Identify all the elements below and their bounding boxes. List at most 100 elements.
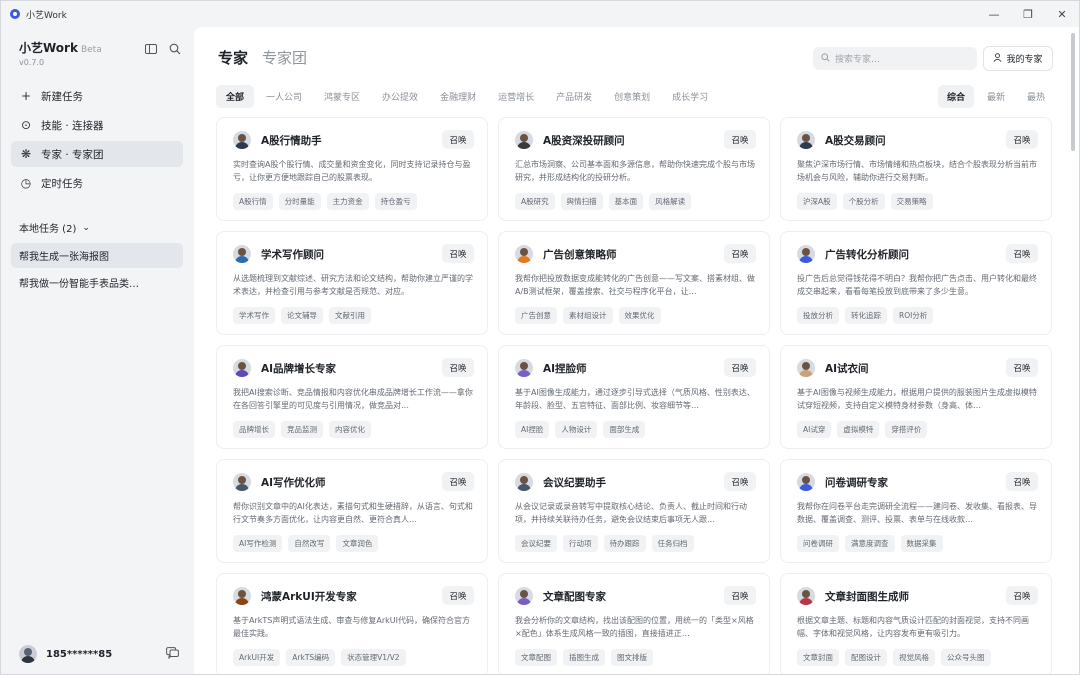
summon-button[interactable]: 召唤 [724,586,756,605]
sort-tabs: 综合 最新 最热 [934,85,1054,108]
user-bar: 185******85 [19,645,179,663]
sidebar-toggle-icon[interactable] [145,43,157,55]
tag: 交易策略 [890,193,933,210]
expert-card[interactable]: 会议纪要助手 召唤从会议记录或录音转写中提取核心结论、负责人、截止时间和行动项，并… [498,459,770,563]
tag-list: 广告创意 素材组设计 效果优化 [515,307,667,324]
tag-list: 沪深A股 个股分析 交易策略 [797,193,939,210]
local-tasks-header[interactable]: 本地任务 (2) ⌄ [19,220,90,236]
sort-tab[interactable]: 最新 [978,85,1014,108]
tag: 会议纪要 [515,535,557,552]
summon-button[interactable]: 召唤 [724,358,756,377]
expert-card[interactable]: 文章封面图生成师 召唤 根据文章主题、标题和内容气质设计匹配的封面视觉，支持不同画幅… [780,573,1052,674]
sidebar-item-label: 专家 · 专家团 [41,148,104,161]
expert-card[interactable]: A股资深投研顾问 召唤 汇总市场洞察、公司基本面和多源信息，帮助你快速完成个股与市场… [498,117,770,221]
sidebar-item-3[interactable]: ◷ 定时任务 [11,170,183,196]
tag: 投放分析 [797,307,839,324]
expert-card[interactable]: 学术写作顾问 召唤 从选题梳理到文献综述、研究方法和论文结构，帮助你建立严谨的学术表… [216,231,488,335]
expert-title: 会议纪要助手 [543,477,606,489]
expert-card[interactable]: AI写作优化师 召唤 帮你识别文章中的AI化表达，素描句式和生硬措辞，从语言、句式和… [216,459,488,563]
my-experts-button[interactable]: 我的专家 [983,46,1053,71]
tag-list: 品牌增长 竞品监测 内容优化 [233,421,377,438]
expert-description: 从会议记录或录音转写中提取核心结论、负责人、截止时间和行动项，并持续关联待办任务… [515,502,747,524]
expert-avatar [797,245,815,263]
tag-list: AI写作检测 自然改写 文章润色 [233,535,384,552]
summon-button[interactable]: 召唤 [724,130,756,149]
category-tab[interactable]: 全部 [216,85,255,108]
category-tab[interactable]: 鸿蒙专区 [314,85,370,108]
search-input[interactable]: 搜索专家… [813,47,977,70]
summon-button[interactable]: 召唤 [442,472,474,491]
search-icon[interactable] [169,43,181,55]
expert-card[interactable]: 广告转化分析顾问 召唤 投广告后总觉得钱花得不明白？我帮你把广告点击、用户转化和最终… [780,231,1052,335]
avatar[interactable] [19,645,37,663]
summon-button[interactable]: 召唤 [442,358,474,377]
expert-card[interactable]: 文章配图专家 召唤 我会分析你的文章结构，找出该配图的位置，用统一的「类型×风格×配… [498,573,770,674]
sort-tab[interactable]: 最热 [1018,85,1054,108]
sidebar-item-label: 新建任务 [41,90,83,103]
category-tab[interactable]: 一人公司 [256,85,312,108]
expert-title: A股交易顾问 [825,135,886,147]
tag-list: 学术写作 论文辅导 文献引用 [233,307,377,324]
sort-tab[interactable]: 综合 [938,85,975,108]
window-title: 小艺Work [26,10,67,21]
tag: 文章封面 [797,649,839,666]
summon-button[interactable]: 召唤 [1006,130,1038,149]
restore-icon[interactable]: ❐ [1011,1,1045,27]
expert-card[interactable]: AI试衣间 召唤 基于AI图像与视频生成能力，根据用户提供的服装图片生成虚拟模特试穿… [780,345,1052,449]
close-icon[interactable]: ✕ [1045,1,1079,27]
expert-title: 文章封面图生成师 [825,591,909,603]
category-tab[interactable]: 办公提效 [372,85,428,108]
expert-card[interactable]: 问卷调研专家 召唤 我帮你在问卷平台走完调研全流程——建问卷、发收集、看报表、导数据… [780,459,1052,563]
tag: 广告创意 [515,307,557,324]
summon-button[interactable]: 召唤 [1006,358,1038,377]
chevron-down-icon[interactable]: ⌄ [82,223,90,233]
expert-card[interactable]: 鸿蒙ArkUI开发专家 召唤基于ArkTS声明式语法生成、审查与修复ArkUI代码… [216,573,488,674]
tag: 穿搭评价 [885,421,928,438]
category-tab[interactable]: 成长学习 [662,85,718,108]
task-item[interactable]: 帮我做一份智能手表品类… [11,270,183,295]
summon-button[interactable]: 召唤 [1006,244,1038,263]
tab-expert-teams[interactable]: 专家团 [262,47,307,68]
minimize-icon[interactable]: — [977,1,1011,27]
tag: ArkTS编码 [286,649,336,666]
expert-title: 鸿蒙ArkUI开发专家 [261,591,357,603]
sidebar-item-2[interactable]: ❋ 专家 · 专家团 [11,141,183,167]
tag: 公众号头图 [941,649,991,666]
task-item[interactable]: 帮我生成一张海报图 [11,243,183,268]
category-tab[interactable]: 运营增长 [488,85,544,108]
tab-experts[interactable]: 专家 [218,47,248,68]
expert-description: 我帮你把投放数据变成能转化的广告创意——写文案、搭素材组、做A/B测试框架，覆盖… [515,274,755,296]
expert-title: AI捏脸师 [543,363,587,375]
tag: 文章配图 [515,649,557,666]
tag: 基本面 [608,193,644,210]
summon-button[interactable]: 召唤 [442,586,474,605]
category-tab[interactable]: 创意策划 [604,85,660,108]
expert-title: 广告转化分析顾问 [825,249,909,261]
summon-button[interactable]: 召唤 [724,472,756,491]
expert-card[interactable]: AI捏脸师 召唤 基于AI图像生成能力，通过逐步引导式选择（气质风格、性别表达、年龄… [498,345,770,449]
expert-title: 广告创意策略师 [543,249,617,261]
summon-button[interactable]: 召唤 [724,244,756,263]
expert-card[interactable]: 广告创意策略师 召唤我帮你把投放数据变成能转化的广告创意——写文案、搭素材组、做A… [498,231,770,335]
category-tab[interactable]: 产品研发 [546,85,602,108]
scrollbar[interactable] [1071,33,1075,151]
expert-description: 帮你识别文章中的AI化表达，素描句式和生硬措辞，从语言、句式和行文节奏多方面优化… [233,502,473,524]
summon-button[interactable]: 召唤 [1006,472,1038,491]
tag: 舆情扫描 [560,193,603,210]
summon-button[interactable]: 召唤 [442,244,474,263]
sidebar-item-0[interactable]: + 新建任务 [11,83,183,109]
summon-button[interactable]: 召唤 [442,130,474,149]
summon-button[interactable]: 召唤 [1006,586,1038,605]
expert-description: 基于ArkTS声明式语法生成、审查与修复ArkUI代码，确保符合官方最佳实践。 [233,616,470,638]
expert-card[interactable]: A股交易顾问 召唤 聚焦沪深市场行情、市场情绪和热点板块，结合个股表现分析当前市场机… [780,117,1052,221]
expert-card[interactable]: AI品牌增长专家 召唤 我把AI搜索诊断、竞品情报和内容优化串成品牌增长工作流——拿… [216,345,488,449]
category-tab[interactable]: 金融理财 [430,85,486,108]
feedback-icon[interactable] [166,646,179,662]
expert-card[interactable]: A股行情助手 召唤 实时查询A股个股行情、成交量和资金变化，同时支持记录持仓与盈亏，… [216,117,488,221]
tag: 效果优化 [618,307,661,324]
tag: 满意度调查 [845,535,895,552]
sidebar: 小艺Work Beta v0.7.0 + 新建任务 ⊙ 技能 · 连接器 ❋ 专家 · 专家… [1,27,193,674]
sidebar-item-1[interactable]: ⊙ 技能 · 连接器 [11,112,183,138]
tag: ROI分析 [893,307,934,324]
tag: 虚拟模特 [837,421,880,438]
